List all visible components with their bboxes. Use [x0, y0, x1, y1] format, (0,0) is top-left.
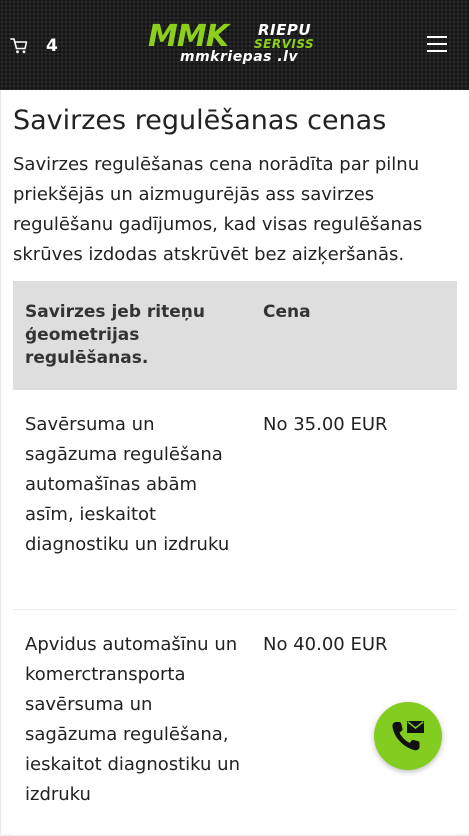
price-cell: No 35.00 EUR: [263, 414, 388, 435]
site-logo[interactable]: MMK RIEPU SERVISS mmkriepas .lv: [148, 20, 344, 68]
column-header-service: Savirzes jeb riteņu ģeometrijas regulēša…: [25, 302, 205, 368]
table-row: Savērsuma un sagāzuma regulēšana automaš…: [13, 390, 457, 610]
contact-fab-button[interactable]: [374, 702, 442, 770]
service-cell: Apvidus automašīnu un komerctransporta s…: [25, 634, 240, 805]
price-cell: No 40.00 EUR: [263, 634, 388, 655]
cart-button[interactable]: 4: [10, 34, 58, 58]
column-header-price: Cena: [263, 302, 311, 322]
table-header: Savirzes jeb riteņu ģeometrijas regulēša…: [13, 281, 457, 390]
cart-icon: [10, 38, 28, 54]
menu-icon-bar: [427, 50, 447, 52]
service-cell: Savērsuma un sagāzuma regulēšana automaš…: [25, 414, 230, 555]
menu-icon[interactable]: [427, 36, 447, 52]
site-header: 4 MMK RIEPU SERVISS mmkriepas .lv: [0, 0, 469, 90]
cart-count: 4: [46, 36, 58, 56]
logo-domain: mmkriepas .lv: [180, 49, 299, 65]
page-title: Savirzes regulēšanas cenas: [13, 105, 387, 136]
intro-text: Savirzes regulēšanas cena norādīta par p…: [13, 154, 423, 265]
menu-icon-bar: [427, 43, 447, 45]
menu-icon-bar: [427, 36, 447, 38]
phone-mail-icon: [392, 721, 424, 751]
logo-word-riepu: RIEPU: [258, 21, 312, 39]
